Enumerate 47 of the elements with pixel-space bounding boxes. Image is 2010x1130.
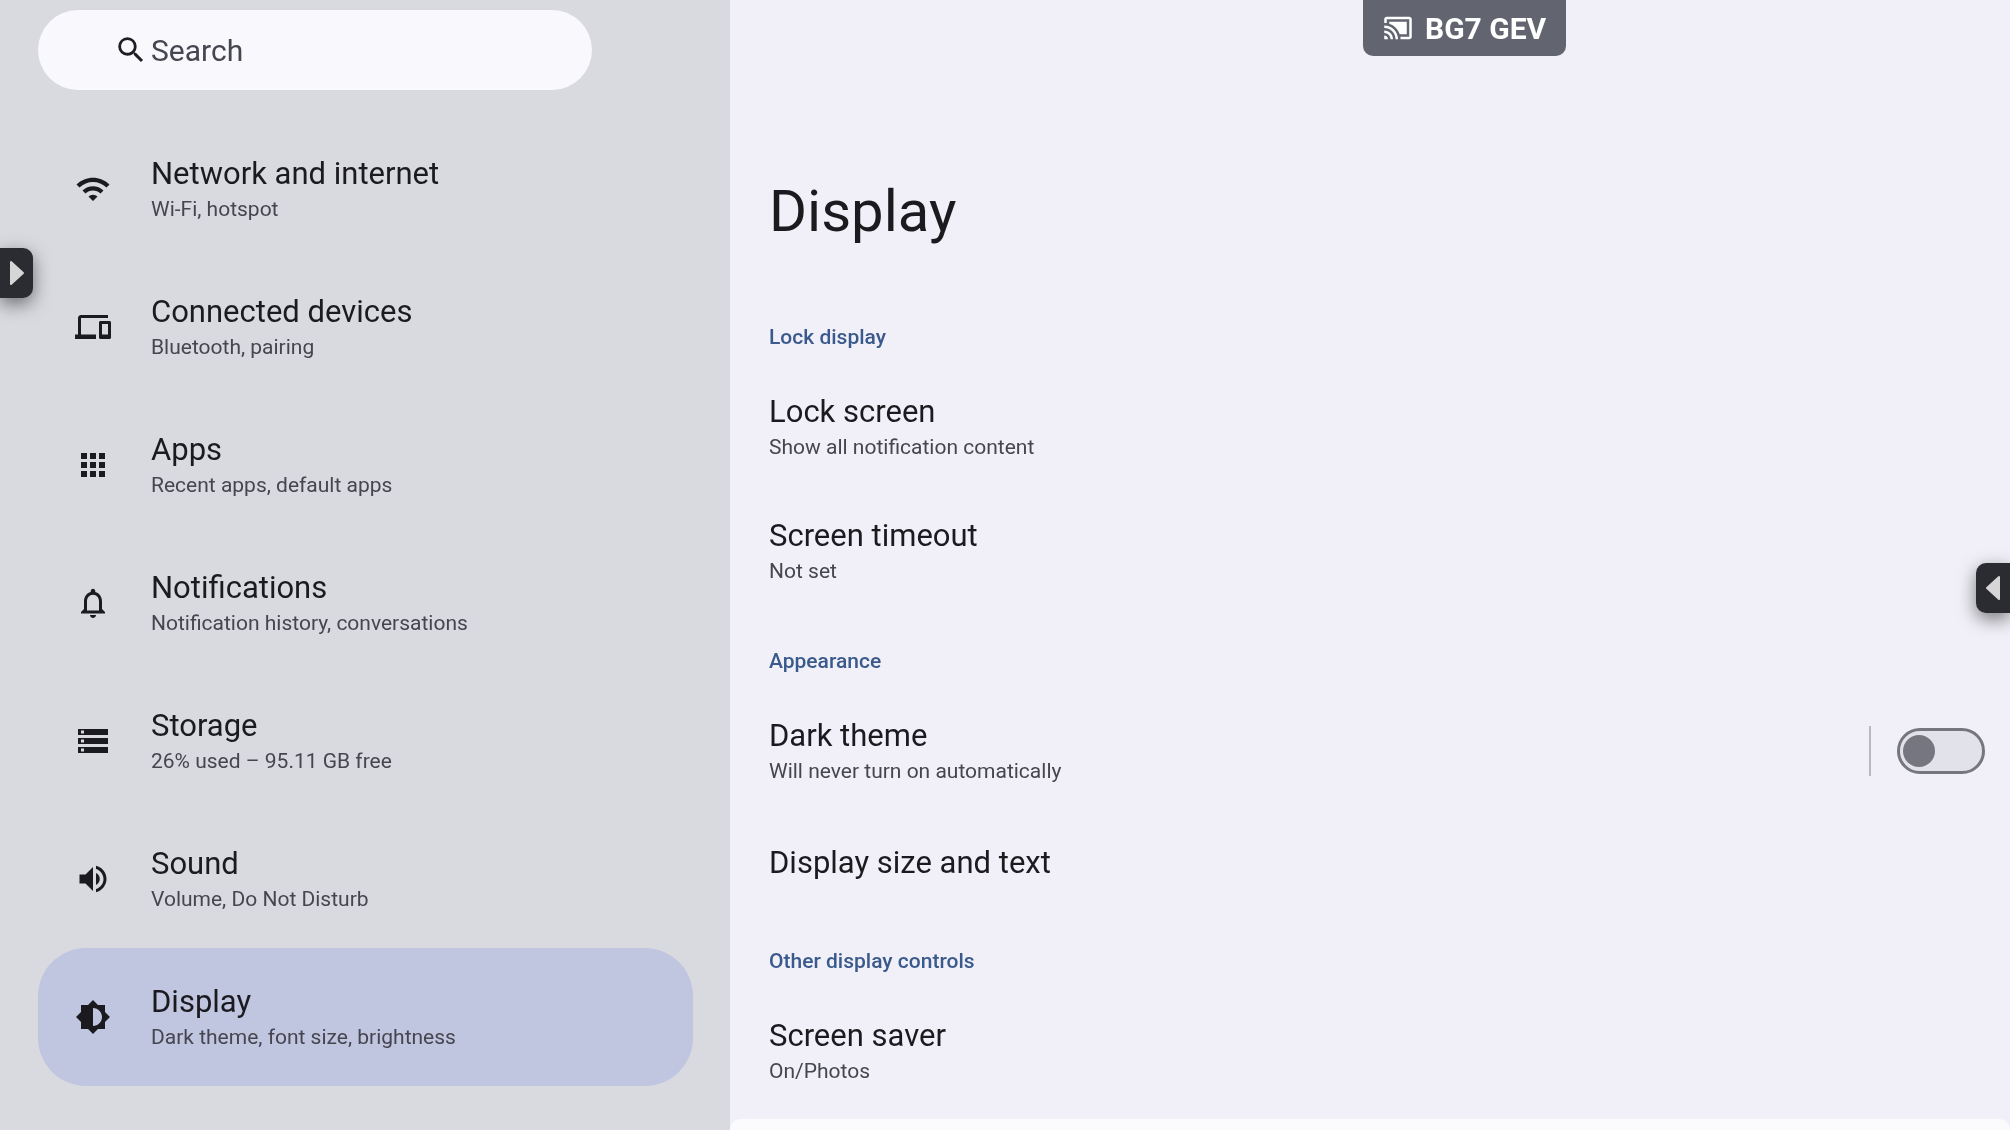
- item-subtitle: Not set: [769, 558, 838, 585]
- sidebar-item[interactable]: Notifications Notification history, conversations: [38, 534, 693, 672]
- settings-item[interactable]: Screen saver On/Photos: [769, 989, 2010, 1113]
- sidebar-item[interactable]: Network and internet Wi-Fi, hotspot: [38, 120, 693, 258]
- item-subtitle: Bluetooth, pairing: [151, 334, 316, 361]
- item-subtitle: Dark theme, font size, brightness: [151, 1024, 456, 1051]
- collapse-handle[interactable]: [1976, 563, 2010, 613]
- item-title: Apps: [151, 430, 224, 470]
- settings-item[interactable]: Lock screen Show all notification content: [769, 365, 2010, 489]
- back-arrow-icon: [1985, 575, 2001, 601]
- sidebar-item[interactable]: Apps Recent apps, default apps: [38, 396, 693, 534]
- search-field[interactable]: Search: [38, 10, 592, 90]
- item-title: Screen saver: [769, 1016, 947, 1056]
- sidebar-item[interactable]: Connected devices Bluetooth, pairing: [38, 258, 693, 396]
- item-title: Storage: [151, 706, 259, 746]
- play-icon: [8, 260, 25, 286]
- item-subtitle: Show all notification content: [769, 434, 1036, 461]
- toggle-switch[interactable]: [1897, 728, 1985, 774]
- item-subtitle: Notification history, conversations: [151, 610, 468, 637]
- item-subtitle: Wi-Fi, hotspot: [151, 196, 280, 223]
- settings-item[interactable]: Screen timeout Not set: [769, 489, 2010, 613]
- item-subtitle: On/Photos: [769, 1058, 871, 1085]
- page-title: Display: [769, 176, 958, 247]
- item-subtitle: Volume, Do Not Disturb: [151, 886, 369, 913]
- item-title: Display: [151, 982, 253, 1022]
- item-title: Lock screen: [769, 392, 937, 432]
- item-title: Dark theme: [769, 716, 929, 756]
- sidebar-item[interactable]: Sound Volume, Do Not Disturb: [38, 810, 693, 948]
- item-title: Notifications: [151, 568, 329, 608]
- section-header: Lock display: [769, 323, 886, 351]
- brightness-icon: [75, 999, 111, 1035]
- item-title: Display size and text: [769, 843, 1052, 883]
- item-subtitle: Recent apps, default apps: [151, 472, 393, 499]
- item-title: Network and internet: [151, 154, 440, 194]
- settings-item[interactable]: Display size and text: [769, 813, 2010, 913]
- expand-handle[interactable]: [0, 248, 33, 298]
- item-title: Connected devices: [151, 292, 413, 332]
- item-subtitle: 26% used – 95.11 GB free: [151, 748, 392, 775]
- section-header: Appearance: [769, 647, 882, 675]
- item-subtitle: Will never turn on automatically: [769, 758, 1063, 785]
- sidebar-item[interactable]: Storage 26% used – 95.11 GB free: [38, 672, 693, 810]
- item-title: Screen timeout: [769, 516, 979, 556]
- sidebar-item[interactable]: Display Dark theme, font size, brightness: [38, 948, 693, 1086]
- section-header: Other display controls: [769, 947, 975, 975]
- badge-label: BG7 GEV: [1425, 9, 1547, 48]
- settings-item[interactable]: Dark theme Will never turn on automatically: [769, 689, 2010, 813]
- item-title: Sound: [151, 844, 240, 884]
